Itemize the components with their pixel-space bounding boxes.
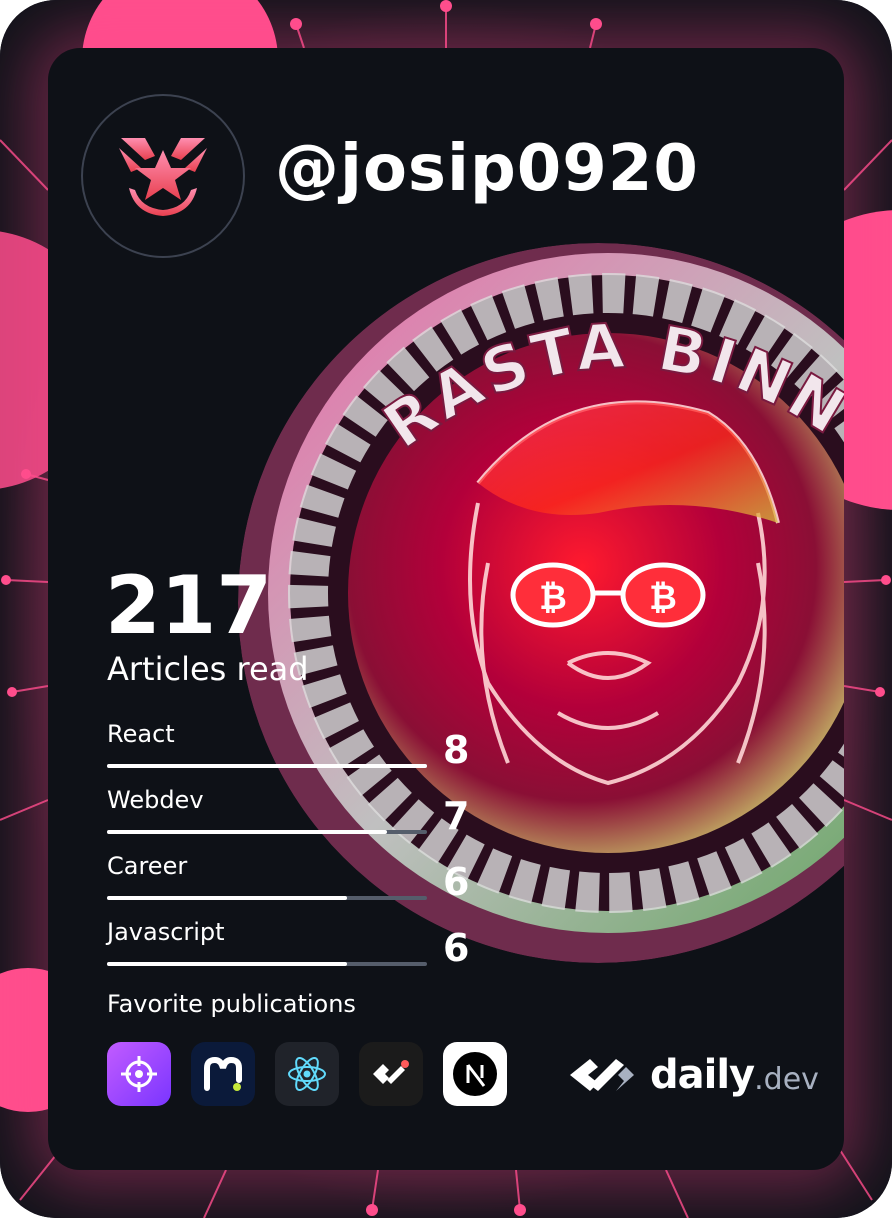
tag-name: Webdev xyxy=(107,786,204,814)
tag-count: 6 xyxy=(443,926,470,970)
tag-progress-fill xyxy=(107,962,347,966)
username: @josip0920 xyxy=(275,132,699,206)
react-atom-icon xyxy=(288,1057,326,1091)
tag-progress-fill xyxy=(107,764,427,768)
tag-progress-bar xyxy=(107,830,427,834)
tag-progress-bar xyxy=(107,764,427,768)
cover-coin-image: ₿ ₿ RASTA BINNA xyxy=(238,243,844,963)
tag-progress-fill xyxy=(107,896,347,900)
publication-nextjs[interactable] xyxy=(443,1042,507,1106)
crosshair-icon xyxy=(121,1056,157,1092)
cover-glasses-left-symbol: ₿ xyxy=(539,578,567,618)
brand-dev-text: .dev xyxy=(754,1061,819,1097)
publication-daily-dev[interactable] xyxy=(359,1042,423,1106)
profile-card: ₿ ₿ RASTA BINNA xyxy=(48,48,844,1170)
tag-count: 6 xyxy=(443,860,470,904)
avatar xyxy=(81,94,245,258)
card-frame: ₿ ₿ RASTA BINNA xyxy=(0,0,892,1218)
tag-name: Career xyxy=(107,852,188,880)
nextjs-icon xyxy=(453,1052,497,1096)
tag-name: React xyxy=(107,720,175,748)
cover-glasses-right-symbol: ₿ xyxy=(649,578,677,618)
favorite-publications-label: Favorite publications xyxy=(107,990,356,1018)
publication-m-logo[interactable] xyxy=(191,1042,255,1106)
tag-name: Javascript xyxy=(107,918,225,946)
rank-badge-icon xyxy=(119,138,207,216)
favorite-publications-list xyxy=(107,1042,507,1106)
publication-crosshair[interactable] xyxy=(107,1042,171,1106)
daily-dev-logo-icon xyxy=(570,1059,634,1091)
brand-daily-text: daily xyxy=(650,1052,755,1098)
m-logo-icon xyxy=(204,1056,242,1091)
tag-count: 7 xyxy=(443,794,470,838)
articles-read-count: 217 xyxy=(105,559,272,652)
articles-read-label: Articles read xyxy=(107,650,309,688)
publication-react[interactable] xyxy=(275,1042,339,1106)
tag-progress-bar xyxy=(107,962,427,966)
tag-progress-bar xyxy=(107,896,427,900)
daily-dev-icon xyxy=(373,1060,409,1084)
daily-dev-brand: daily .dev xyxy=(568,1052,819,1098)
tag-progress-fill xyxy=(107,830,387,834)
tag-count: 8 xyxy=(443,728,470,772)
